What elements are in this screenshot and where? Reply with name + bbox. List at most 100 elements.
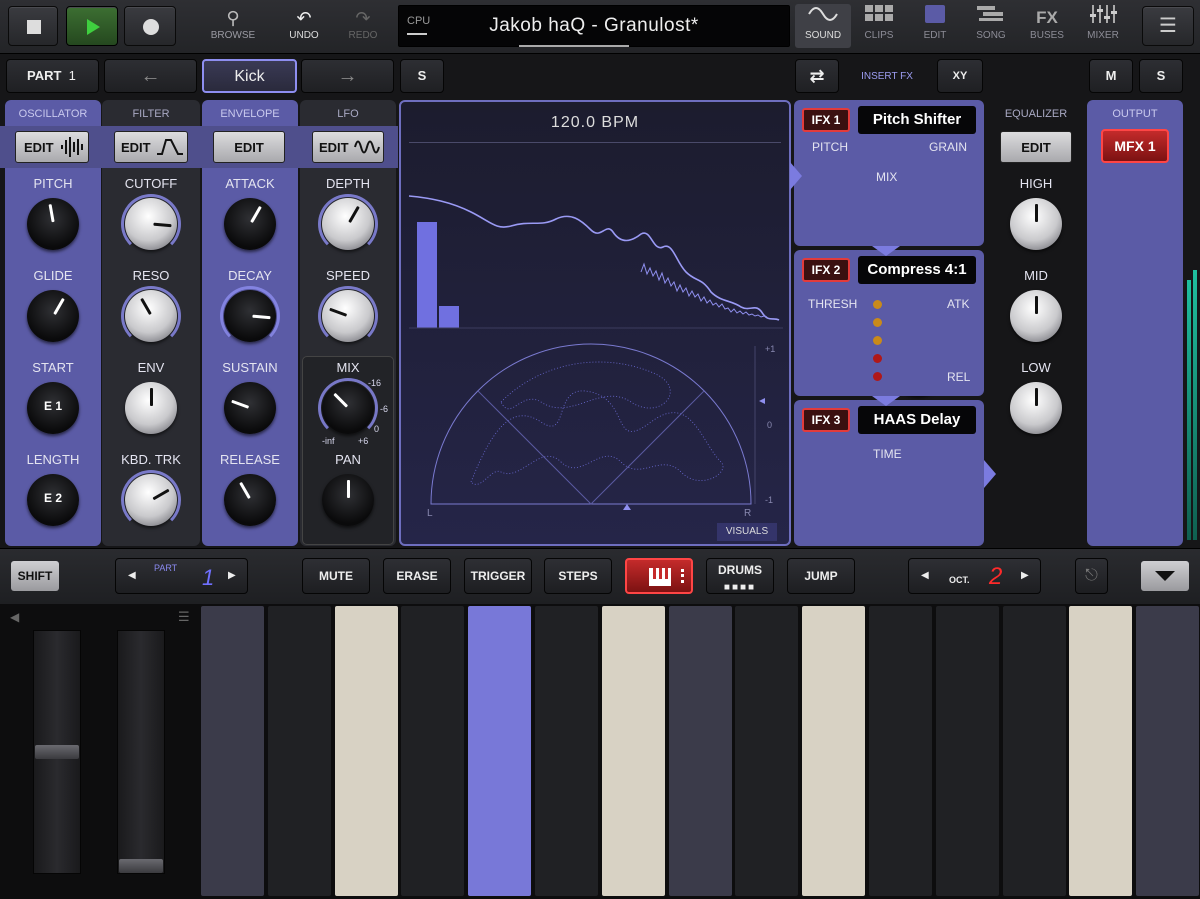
pad-key-3[interactable]: [334, 606, 398, 896]
part-next-icon[interactable]: ▶: [228, 559, 236, 593]
keyboard-mode-button[interactable]: [625, 558, 693, 594]
part-stepper[interactable]: ◀ PART 1 ▶: [115, 558, 248, 594]
pad-key-8[interactable]: [668, 606, 732, 896]
panel-menu-icon[interactable]: ☰: [178, 609, 190, 625]
ifx3-name[interactable]: HAAS Delay: [858, 406, 976, 434]
pad-key-6[interactable]: [535, 606, 598, 896]
redo-button[interactable]: ↷ REDO: [333, 6, 393, 41]
pad-key-5[interactable]: [468, 606, 532, 896]
visuals-button[interactable]: VISUALS: [717, 523, 777, 541]
filter-reso-knob[interactable]: [121, 286, 181, 346]
pad-key-15[interactable]: [1136, 606, 1200, 896]
octave-next-icon[interactable]: ▶: [1021, 559, 1029, 593]
menu-button[interactable]: ☰: [1142, 6, 1194, 46]
shift-button[interactable]: SHIFT: [11, 561, 59, 591]
mode-sound[interactable]: SOUND: [795, 4, 851, 48]
panel-collapse-icon[interactable]: ◀: [10, 610, 19, 624]
oscillator-pitch-knob[interactable]: [27, 198, 79, 250]
erase-button[interactable]: ERASE: [383, 558, 451, 594]
pad-key-11[interactable]: [869, 606, 932, 896]
mod-wheel-handle[interactable]: [119, 859, 163, 873]
ifx2-name[interactable]: Compress 4:1: [858, 256, 976, 284]
filter-shape-icon: [157, 139, 183, 155]
ifx1-slot-button[interactable]: IFX 1: [802, 108, 850, 132]
pad-key-13[interactable]: [1002, 606, 1066, 896]
jump-button[interactable]: JUMP: [787, 558, 855, 594]
stop-button[interactable]: [8, 6, 58, 46]
undo-button[interactable]: ↶ UNDO: [274, 6, 334, 41]
eq-high-knob[interactable]: [1010, 198, 1062, 250]
mute-mode-button[interactable]: MUTE: [302, 558, 370, 594]
pad-key-1[interactable]: [201, 606, 264, 896]
oscillator-start-knob[interactable]: E 1: [27, 382, 79, 434]
scale-minus1: -1: [765, 495, 774, 505]
envelope-release-knob[interactable]: [224, 474, 276, 526]
filter-kbd-trk-knob[interactable]: [121, 470, 181, 530]
next-part-button[interactable]: →: [301, 59, 394, 93]
envelope-decay-knob[interactable]: [220, 286, 280, 346]
ifx2-slot-button[interactable]: IFX 2: [802, 258, 850, 282]
part-selector[interactable]: PART 1: [6, 59, 99, 93]
eq-low-knob[interactable]: [1010, 382, 1062, 434]
filter-edit-button[interactable]: EDIT: [114, 131, 188, 163]
oscillator-edit-button[interactable]: EDIT: [15, 131, 89, 163]
pitch-bend-handle[interactable]: [35, 745, 79, 759]
octave-stepper[interactable]: ◀ OCT. 2 ▶: [908, 558, 1041, 594]
scale-plus1: +1: [765, 344, 776, 354]
shuffle-button[interactable]: ⇄: [795, 59, 839, 93]
lfo-speed-knob[interactable]: [318, 286, 378, 346]
lfo-depth-knob[interactable]: [318, 194, 378, 254]
trigger-button[interactable]: TRIGGER: [464, 558, 532, 594]
eq-edit-button[interactable]: EDIT: [1000, 131, 1072, 163]
mod-wheel-strip[interactable]: [117, 630, 165, 874]
prev-part-button[interactable]: ←: [104, 59, 197, 93]
pad-key-4[interactable]: [401, 606, 465, 896]
xy-pad-button[interactable]: XY: [937, 59, 983, 93]
envelope-sustain-knob[interactable]: [224, 382, 276, 434]
knob-pointer: [48, 204, 55, 223]
mute-button[interactable]: M: [1089, 59, 1133, 93]
mode-mixer[interactable]: MIXER: [1075, 4, 1131, 48]
mode-buses[interactable]: FX BUSES: [1019, 4, 1075, 48]
play-button[interactable]: [66, 6, 118, 46]
filter-env-knob[interactable]: [125, 382, 177, 434]
part-prev-icon[interactable]: ◀: [128, 559, 136, 593]
envelope-edit-button[interactable]: EDIT: [213, 131, 285, 163]
pad-key-2[interactable]: [267, 606, 331, 896]
mode-edit[interactable]: EDIT: [907, 4, 963, 48]
filter-cutoff-knob[interactable]: [121, 194, 181, 254]
fx-param-pitch: PITCH: [812, 140, 848, 154]
lfo-edit-button[interactable]: EDIT: [312, 131, 384, 163]
lfo-pan-knob[interactable]: [322, 474, 374, 526]
instrument-name[interactable]: Kick: [202, 59, 297, 93]
lfo-mix-knob[interactable]: [318, 378, 378, 438]
steps-button[interactable]: STEPS: [544, 558, 612, 594]
ifx1-name[interactable]: Pitch Shifter: [858, 106, 976, 134]
solo-button[interactable]: S: [1139, 59, 1183, 93]
pad-key-10[interactable]: [802, 606, 866, 896]
split-icon: ⎋: [1085, 567, 1098, 584]
ifx3-slot-button[interactable]: IFX 3: [802, 408, 850, 432]
collapse-button[interactable]: [1141, 561, 1189, 591]
oscillator-length-knob[interactable]: E 2: [27, 474, 79, 526]
pad-key-12[interactable]: [935, 606, 999, 896]
waveform-icon: [61, 137, 83, 157]
mode-song[interactable]: SONG: [963, 4, 1019, 48]
eq-mid-knob[interactable]: [1010, 290, 1062, 342]
oscillator-glide-knob[interactable]: [27, 290, 79, 342]
pad-key-9[interactable]: [735, 606, 799, 896]
solo-part-button[interactable]: S: [400, 59, 444, 93]
split-button[interactable]: ⎋: [1075, 558, 1108, 594]
record-button[interactable]: [124, 6, 176, 46]
octave-prev-icon[interactable]: ◀: [921, 559, 929, 593]
pitch-bend-strip[interactable]: [33, 630, 81, 874]
drums-button[interactable]: DRUMS ■■■■: [706, 558, 774, 594]
browse-label: BROWSE: [210, 30, 256, 41]
browse-button[interactable]: ⚲ BROWSE: [203, 6, 263, 41]
pad-key-14[interactable]: [1069, 606, 1133, 896]
knob-pointer: [53, 297, 65, 316]
pad-key-7[interactable]: [601, 606, 665, 896]
envelope-attack-knob[interactable]: [224, 198, 276, 250]
mode-clips[interactable]: CLIPS: [851, 4, 907, 48]
mfx1-button[interactable]: MFX 1: [1101, 129, 1169, 163]
